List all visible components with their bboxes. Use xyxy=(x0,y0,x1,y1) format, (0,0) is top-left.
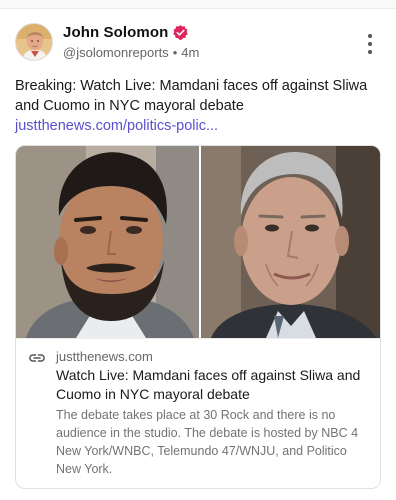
author-meta: @jsolomonreports • 4m xyxy=(63,45,199,60)
post-link[interactable]: justthenews.com/politics-polic... xyxy=(15,118,218,134)
top-divider xyxy=(0,0,396,9)
more-options-button[interactable] xyxy=(362,34,378,54)
link-preview-card[interactable]: justthenews.com Watch Live: Mamdani face… xyxy=(15,145,381,489)
more-vertical-icon xyxy=(368,34,372,38)
meta-separator: • xyxy=(172,45,178,60)
post-text: Breaking: Watch Live: Mamdani faces off … xyxy=(15,76,385,136)
author-row: John Solomon xyxy=(63,24,189,41)
avatar[interactable] xyxy=(15,23,53,61)
author-handle[interactable]: @jsolomonreports xyxy=(63,45,169,60)
card-image xyxy=(16,146,380,338)
post-time[interactable]: 4m xyxy=(181,45,199,60)
post-body: Breaking: Watch Live: Mamdani faces off … xyxy=(15,78,368,114)
avatar-image xyxy=(16,24,52,60)
author-name[interactable]: John Solomon xyxy=(63,24,168,41)
verified-badge-icon xyxy=(173,25,189,40)
link-icon xyxy=(29,354,45,362)
card-description: The debate takes place at 30 Rock and th… xyxy=(56,408,359,476)
card-title: Watch Live: Mamdani faces off against Sl… xyxy=(56,367,361,402)
card-body: justthenews.com Watch Live: Mamdani face… xyxy=(16,338,380,488)
card-domain: justthenews.com xyxy=(56,349,153,364)
card-photo xyxy=(16,146,380,338)
